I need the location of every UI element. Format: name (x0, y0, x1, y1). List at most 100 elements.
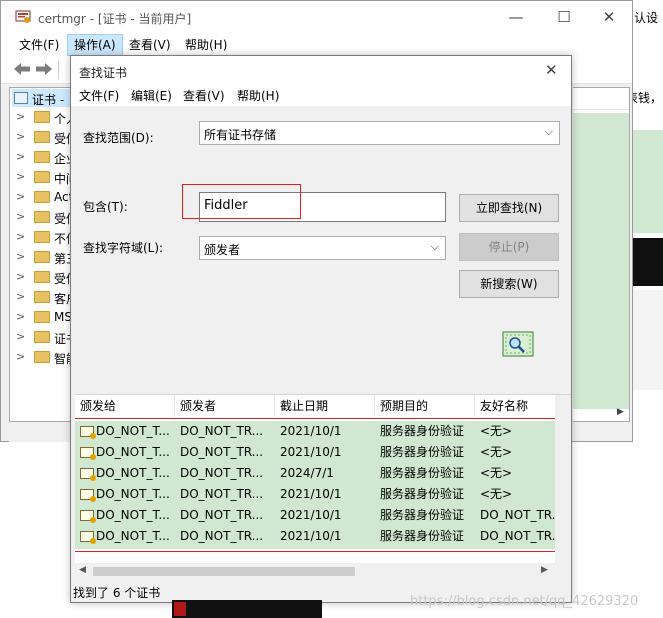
tree-item-label: 客户 (54, 292, 70, 306)
dialog-menu-edit[interactable]: 编辑(E) (131, 86, 172, 106)
scrollbar-thumb[interactable] (93, 567, 355, 576)
watermark-text: https://blog.csdn.net/qq_42629320 (410, 594, 639, 609)
tree-item-label: 受信 (54, 212, 70, 226)
scroll-right-icon[interactable]: ▶ (541, 565, 548, 575)
tree-item-label: MS (54, 310, 71, 324)
vertical-scrollbar[interactable] (555, 395, 571, 580)
column-header-issued-to[interactable]: 颁发给 (75, 395, 175, 417)
column-header-expiration[interactable]: 截止日期 (275, 395, 375, 417)
tree-item[interactable]: > 受信 (10, 208, 70, 228)
window-title: certmgr - [证书 - 当前用户] (38, 12, 192, 26)
tree-item[interactable]: > 企业 (10, 148, 70, 168)
find-now-button[interactable]: 立即查找(N) (459, 194, 559, 222)
tree-item[interactable]: > 第三 (10, 248, 70, 268)
certificates-icon (14, 92, 28, 104)
field-label: 查找字符域(L): (83, 241, 164, 255)
chevron-down-icon: ⌵ (544, 125, 553, 138)
tree-item-label: 企业 (54, 152, 70, 166)
scope-label: 查找范围(D): (83, 131, 154, 145)
tree-item-label: 不信 (54, 232, 70, 246)
contains-label: 包含(T): (83, 200, 128, 214)
folder-icon (34, 231, 50, 243)
chevron-right-icon: > (16, 330, 26, 343)
results-list: 颁发给 颁发者 截止日期 预期目的 友好名称 DO_NOT_T... DO_NO… (75, 394, 571, 580)
dialog-menu-file[interactable]: 文件(F) (79, 86, 119, 106)
dialog-menu-view[interactable]: 查看(V) (183, 86, 225, 106)
horizontal-scrollbar[interactable]: ◀ ▶ (75, 563, 555, 580)
app-icon (174, 602, 186, 616)
tree-item[interactable]: > 证书 (10, 328, 70, 348)
back-arrow-icon[interactable] (13, 61, 31, 77)
tree-item-label: Act (54, 190, 70, 204)
tree-item[interactable]: > 客户 (10, 288, 70, 308)
chevron-right-icon: > (16, 270, 26, 283)
tree-item-label: 个人 (54, 112, 70, 126)
chevron-right-icon: > (16, 290, 26, 303)
tree-item[interactable]: > Act (10, 188, 70, 208)
background-thumbnail (172, 600, 322, 618)
details-highlight (573, 113, 629, 409)
tree-root-label: 证书 - (32, 93, 65, 107)
dialog-menu-bar: 文件(F) 编辑(E) 查看(V) 帮助(H) (71, 86, 571, 106)
tree-item[interactable]: > 智能 (10, 348, 70, 368)
tree-item-label: 智能 (54, 352, 70, 366)
background-panel (632, 238, 663, 286)
scroll-left-icon[interactable]: ◀ (79, 565, 86, 575)
folder-icon (34, 251, 50, 263)
folder-icon (34, 211, 50, 223)
column-header-issuer[interactable]: 颁发者 (175, 395, 275, 417)
main-menu-bar: 文件(F) 操作(A) 查看(V) 帮助(H) (1, 34, 632, 56)
background-app: 认设 表钱， 最强 (626, 0, 663, 618)
folder-icon (34, 271, 50, 283)
stop-button[interactable]: 停止(P) (459, 233, 559, 261)
chevron-right-icon: > (16, 170, 26, 183)
field-select-value: 颁发者 (204, 243, 241, 257)
chevron-right-icon: > (16, 350, 26, 363)
folder-icon (34, 311, 50, 323)
dialog-title-bar: 查找证书 ✕ (71, 56, 571, 86)
folder-icon (34, 151, 50, 163)
scope-select[interactable]: 所有证书存储 ⌵ (199, 121, 560, 145)
toolbar-separator (58, 61, 59, 79)
folder-icon (34, 131, 50, 143)
tree-item-label: 中间 (54, 172, 70, 186)
column-header-purpose[interactable]: 预期目的 (375, 395, 475, 417)
menu-view[interactable]: 查看(V) (123, 34, 177, 56)
maximize-button[interactable]: ☐ (541, 1, 587, 34)
tree-item-label: 证书 (54, 332, 70, 346)
tree-root[interactable]: 证书 - (12, 89, 70, 107)
scope-select-value: 所有证书存储 (204, 128, 277, 142)
menu-action[interactable]: 操作(A) (67, 34, 123, 56)
tree-item[interactable]: > MS (10, 308, 71, 328)
chevron-right-icon: > (16, 110, 26, 123)
tree-item[interactable]: > 中间 (10, 168, 70, 188)
field-select[interactable]: 颁发者 ⌵ (199, 236, 446, 260)
dialog-menu-help[interactable]: 帮助(H) (237, 86, 279, 106)
scroll-right-icon[interactable]: ▶ (617, 407, 624, 417)
tree-item[interactable]: > 不信 (10, 228, 70, 248)
chevron-right-icon: > (16, 210, 26, 223)
folder-icon (34, 351, 50, 363)
chevron-right-icon: > (16, 190, 26, 203)
folder-icon (34, 291, 50, 303)
background-panel (632, 130, 663, 233)
forward-arrow-icon[interactable] (35, 61, 53, 77)
tree-item-label: 受信 (54, 132, 70, 146)
dialog-close-icon[interactable]: ✕ (545, 61, 558, 79)
tree-item[interactable]: > 受信 (10, 268, 70, 288)
new-search-button[interactable]: 新搜索(W) (459, 270, 559, 298)
chevron-right-icon: > (16, 310, 26, 323)
menu-help[interactable]: 帮助(H) (179, 34, 233, 56)
menu-file[interactable]: 文件(F) (13, 34, 65, 56)
folder-icon (34, 111, 50, 123)
chevron-right-icon: > (16, 250, 26, 263)
background-panel (632, 290, 663, 390)
folder-icon (34, 331, 50, 343)
minimize-button[interactable]: — (493, 1, 539, 34)
tree-item[interactable]: > 受信 (10, 128, 70, 148)
close-button[interactable]: ✕ (586, 1, 632, 34)
background-text: 认设 (634, 11, 659, 25)
details-header (573, 88, 629, 110)
tree-item[interactable]: > 个人 (10, 108, 70, 128)
chevron-down-icon: ⌵ (430, 240, 439, 253)
